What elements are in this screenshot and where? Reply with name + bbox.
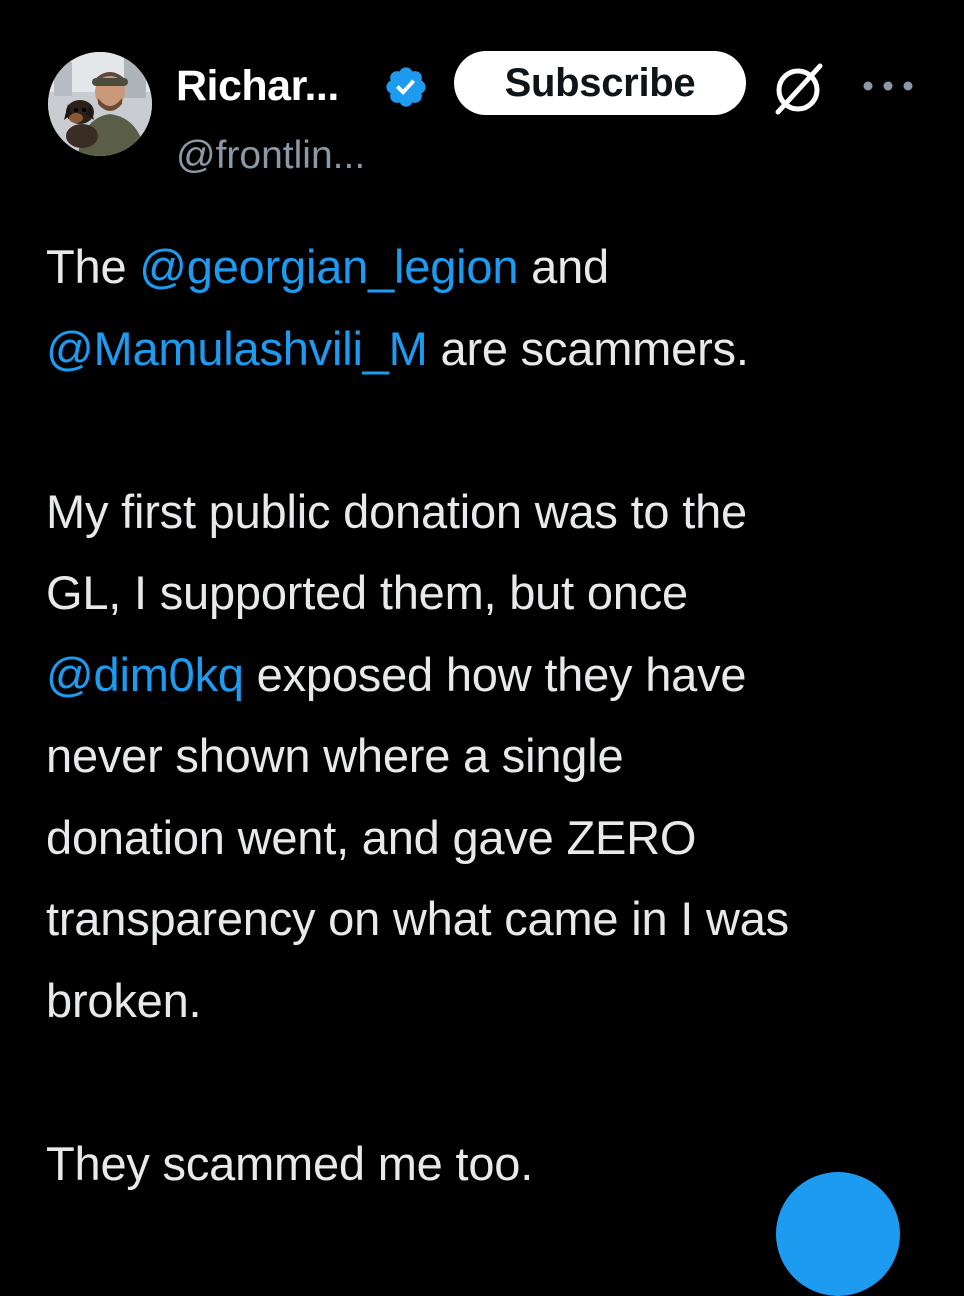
mention-georgian-legion[interactable]: @georgian_legion [139,240,518,293]
tweet-line: The @georgian_legion and [46,226,936,308]
tweet-header: Richar... Subscribe @frontlin... [0,0,964,200]
tweet-line: @Mamulashvili_M are scammers. [46,308,936,390]
tweet-line: GL, I supported them, but once [46,566,688,619]
author-display-name[interactable]: Richar... [176,60,339,112]
paragraph-break [46,389,936,471]
tweet-line: transparency on what came in I was [46,892,789,945]
tweet-line: broken. [46,973,202,1027]
tweet-text: The @georgian_legion and @Mamulashvili_M… [46,226,936,1204]
tweet-line: donation went, and gave ZERO [46,810,697,864]
tweet-line: @dim0kq exposed how they have [46,634,936,716]
mention-mamulashvili[interactable]: @Mamulashvili_M [46,322,428,375]
tweet-text-segment: exposed how they have [243,647,747,701]
subscribe-button[interactable]: Subscribe [454,51,746,115]
tweet-line: never shown where a single [46,729,624,782]
author-handle[interactable]: @frontlin... [176,132,365,180]
mention-dim0kq[interactable]: @dim0kq [46,648,244,701]
tweet-line: My first public donation was to the [46,484,747,538]
verified-badge-icon [386,67,426,107]
tweet-text-segment: are scammers. [427,321,749,375]
tweet-text-segment: and [518,240,609,293]
compose-button[interactable] [776,1172,900,1296]
paragraph-break [46,1041,936,1123]
avatar-image [48,52,152,156]
grok-icon[interactable] [768,58,830,120]
avatar[interactable] [48,52,152,156]
more-horizontal-icon[interactable] [860,74,916,98]
tweet-text-segment: The [46,240,140,293]
